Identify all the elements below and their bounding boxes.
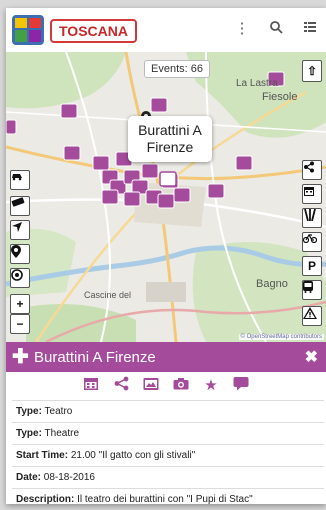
row-label: Start Time: — [16, 450, 69, 461]
close-icon[interactable]: ✖ — [305, 347, 318, 367]
top-bar: TOSCANA ⋮ — [6, 8, 326, 53]
car-icon[interactable] — [10, 170, 30, 190]
zoom-in-button[interactable]: + — [10, 294, 30, 314]
row-label: Type: — [16, 406, 42, 417]
row-value: 21.00 "Il gatto con gli stivali" — [70, 450, 196, 461]
detail-row-type-en: Type: Theatre — [12, 422, 324, 444]
zoom-out-button[interactable]: − — [10, 314, 30, 334]
upload-icon[interactable]: ⇧ — [302, 60, 322, 82]
camera-icon[interactable] — [173, 377, 189, 395]
row-value: Il teatro dei burattini con "I Pupi di S… — [77, 494, 253, 504]
nature-icon[interactable] — [302, 208, 322, 228]
map-view[interactable]: La Lastra Fiesole Bagno Cascine del Even… — [6, 52, 326, 342]
gallery-icon[interactable] — [143, 377, 159, 396]
map-label-cascine: Cascine del — [84, 290, 132, 300]
map-label-fiesole: Fiesole — [262, 91, 298, 103]
ticket-icon[interactable] — [10, 196, 30, 216]
share-icon[interactable] — [113, 376, 129, 396]
top-actions: ⋮ — [234, 20, 318, 39]
row-label: Type: — [16, 428, 42, 439]
map-label-bagno: Bagno — [256, 278, 288, 290]
event-actions: ★ — [6, 372, 326, 400]
popup-title: Burattini A Firenze — [138, 122, 202, 155]
bus-icon[interactable] — [302, 280, 322, 300]
list-icon[interactable] — [302, 20, 318, 39]
plus-icon[interactable]: ✚ — [12, 347, 29, 367]
target-icon[interactable] — [10, 268, 30, 288]
row-value: Theatre — [44, 428, 80, 439]
map-attribution[interactable]: © OpenStreetMap contributors — [238, 334, 324, 340]
marker-popup[interactable]: Burattini A Firenze — [128, 116, 212, 162]
more-vert-icon[interactable]: ⋮ — [234, 20, 250, 39]
row-value: 08-18-2016 — [43, 472, 95, 483]
locate-icon[interactable] — [10, 220, 30, 240]
row-value: Teatro — [44, 406, 73, 417]
brand-label: TOSCANA — [50, 19, 137, 43]
app-screen: TOSCANA ⋮ La Lastra Fiesole Bagno Cascin… — [6, 8, 326, 504]
map-label-la-lastra: La Lastra — [236, 78, 278, 89]
row-label: Date: — [16, 472, 42, 483]
calendar-icon[interactable] — [83, 376, 99, 396]
bike-icon[interactable] — [302, 232, 322, 252]
calendar-icon[interactable] — [302, 184, 322, 204]
detail-row-type: Type: Teatro — [12, 400, 324, 422]
parking-icon[interactable]: P — [302, 256, 322, 276]
share-icon[interactable] — [302, 160, 322, 180]
comment-icon[interactable] — [233, 376, 249, 396]
event-title: Burattini A Firenze — [34, 348, 156, 366]
app-logo-icon[interactable] — [12, 15, 44, 45]
pin-icon[interactable] — [10, 244, 30, 264]
detail-row-start-time: Start Time: 21.00 "Il gatto con gli stiv… — [12, 444, 324, 466]
row-label: Description: — [16, 494, 75, 504]
event-detail-header: ✚ Burattini A Firenze ✖ — [6, 342, 326, 372]
warning-icon[interactable] — [302, 306, 322, 326]
events-count-badge: Events: 66 — [144, 60, 210, 78]
star-icon[interactable]: ★ — [203, 377, 219, 395]
detail-row-date: Date: 08-18-2016 — [12, 466, 324, 488]
search-icon[interactable] — [268, 20, 284, 39]
detail-row-description: Description: Il teatro dei burattini con… — [12, 488, 324, 504]
